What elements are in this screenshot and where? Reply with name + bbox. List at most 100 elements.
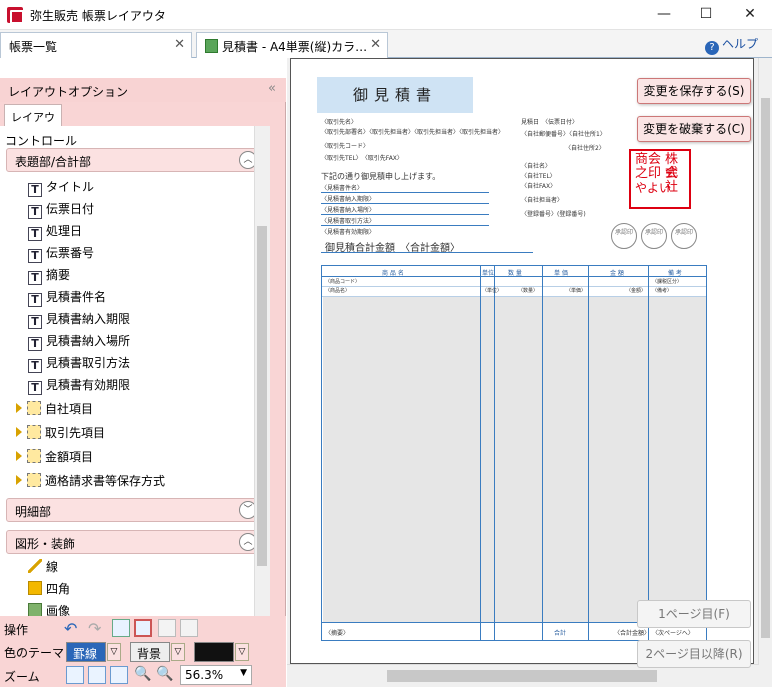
cell[interactable]: 〈摘要〉 — [325, 628, 349, 637]
tree-item-slip-number[interactable]: T 伝票番号 — [28, 244, 94, 266]
tree-scrollbar[interactable] — [254, 126, 270, 616]
tree-item-line[interactable]: 線 — [28, 558, 58, 580]
doc-field[interactable]: 〈見積書有効期限〉 — [321, 227, 375, 236]
document-preview[interactable]: 御見積書 〈取引先名〉 〈取引先部署名〉〈取引先担当者〉〈取引先担当者〉〈取引先… — [290, 58, 754, 664]
cell[interactable]: 〈合計金額〉 — [614, 628, 650, 637]
first-page-button[interactable]: 1ページ目(F) — [637, 600, 751, 628]
tree-item-process-date[interactable]: T 処理日 — [28, 222, 82, 244]
expand-arrow-icon[interactable] — [16, 451, 22, 461]
send-back-icon[interactable] — [134, 619, 152, 637]
fit-page-icon[interactable] — [66, 666, 84, 684]
approval-stamp[interactable]: 承認印 — [611, 223, 637, 249]
tree-item-delivery-place[interactable]: T 見積書納入場所 — [28, 332, 130, 354]
cell[interactable]: 〈商品名〉 — [325, 287, 350, 294]
doc-field[interactable]: 〈取引先コード〉 — [321, 141, 369, 150]
copy-icon[interactable] — [158, 619, 176, 637]
greeting-text[interactable]: 下記の通り御見積申し上げます。 — [321, 171, 440, 182]
cell[interactable]: 〈単価〉 — [566, 287, 586, 294]
redo-icon[interactable]: ↷ — [88, 619, 106, 638]
group-header-detail[interactable]: 明細部 ﹀ — [6, 498, 262, 522]
cell[interactable]: 〈商品コード〉 — [325, 278, 360, 285]
doc-field[interactable]: 〈見積書納入場所〉 — [321, 205, 375, 214]
tree-item-subject[interactable]: T 見積書件名 — [28, 288, 106, 310]
approval-stamp[interactable]: 承認印 — [671, 223, 697, 249]
doc-field[interactable]: 〈自社住所2〉 — [565, 143, 605, 152]
discard-changes-button[interactable]: 変更を破棄する(C) — [637, 116, 751, 142]
cell[interactable]: 〈備考〉 — [652, 287, 672, 294]
canvas-scrollbar[interactable] — [758, 58, 772, 664]
tree-folder-customer[interactable]: 取引先項目 — [16, 424, 105, 446]
tree-folder-invoice[interactable]: 適格請求書等保存方式 — [16, 472, 165, 494]
group-header-shapes[interactable]: 図形・装飾 ︿ — [6, 530, 262, 554]
zoom-in-icon[interactable]: 🔍 — [156, 666, 174, 684]
cell[interactable]: 〈単位〉 — [482, 287, 502, 294]
doc-field[interactable]: 〈登録番号〉(登録番号) — [521, 209, 586, 218]
border-color-button[interactable]: 罫線 — [66, 642, 106, 662]
company-seal[interactable]: 株式 会社 やよい 商会 之印 — [629, 149, 691, 209]
fit-width-icon[interactable] — [110, 666, 128, 684]
approval-stamp[interactable]: 承認印 — [641, 223, 667, 249]
close-button[interactable]: ✕ — [736, 4, 764, 24]
dropdown-arrow-icon[interactable]: ▽ — [107, 643, 121, 661]
group-header-summary[interactable]: 表題部/合計部 ︿ — [6, 148, 262, 172]
doc-field[interactable]: 〈取引先部署名〉〈取引先担当者〉〈取引先担当者〉〈取引先担当者〉 — [321, 127, 504, 136]
doc-field[interactable]: 〈自社TEL〉 — [521, 171, 556, 180]
expand-arrow-icon[interactable] — [16, 475, 22, 485]
tree-item-delivery-deadline[interactable]: T 見積書納入期限 — [28, 310, 130, 332]
help-link[interactable]: ? ヘルプ — [704, 35, 758, 55]
tab-quotation[interactable]: 見積書 - A4単票(縦)カラ… ✕ — [196, 32, 388, 58]
bring-front-icon[interactable] — [112, 619, 130, 637]
doc-field[interactable]: 〈自社担当者〉 — [521, 195, 563, 204]
tree-item-rectangle[interactable]: 四角 — [28, 580, 70, 602]
doc-field[interactable]: 〈自社名〉 — [521, 161, 551, 170]
zoom-out-icon[interactable]: 🔍 — [134, 666, 152, 684]
paste-icon[interactable] — [180, 619, 198, 637]
doc-field[interactable]: 〈見積書納入期限〉 — [321, 194, 375, 203]
tree-item-validity[interactable]: T 見積書有効期限 — [28, 376, 130, 398]
close-icon[interactable]: ✕ — [370, 37, 381, 52]
text-color-swatch[interactable] — [194, 642, 234, 662]
doc-field[interactable]: 見積日 〈伝票日付〉 — [521, 117, 578, 126]
collapse-icon[interactable]: « — [268, 81, 276, 96]
tab-layout[interactable]: レイアウト — [4, 104, 62, 140]
close-icon[interactable]: ✕ — [174, 37, 185, 52]
tree-folder-amount[interactable]: 金額項目 — [16, 448, 93, 470]
zoom-select[interactable]: 56.3% ▼ — [180, 665, 252, 685]
tree-item-transaction-method[interactable]: T 見積書取引方法 — [28, 354, 130, 376]
doc-field[interactable]: 〈自社郵便番号〉〈自社住所1〉 — [521, 129, 606, 138]
scroll-thumb[interactable] — [257, 226, 267, 566]
save-changes-button[interactable]: 変更を保存する(S) — [637, 78, 751, 104]
tree-item-memo[interactable]: T 摘要 — [28, 266, 70, 288]
background-color-button[interactable]: 背景 — [130, 642, 170, 662]
doc-field[interactable]: 〈取引先TEL〉 〈取引先FAX〉 — [321, 153, 403, 162]
expand-arrow-icon[interactable] — [16, 403, 22, 413]
undo-icon[interactable]: ↶ — [64, 619, 82, 638]
cell[interactable]: 〈次ページへ〉 — [652, 628, 694, 637]
doc-field[interactable]: 〈見積書取引方法〉 — [321, 216, 375, 225]
tree-item-image[interactable]: 画像 — [28, 602, 70, 616]
document-title[interactable]: 御見積書 — [317, 77, 473, 113]
chevron-down-icon: ▼ — [240, 668, 247, 678]
second-page-button[interactable]: 2ページ目以降(R) — [637, 640, 751, 668]
maximize-button[interactable]: ☐ — [692, 4, 720, 24]
dropdown-arrow-icon[interactable]: ▽ — [171, 643, 185, 661]
tree-folder-company[interactable]: 自社項目 — [16, 400, 93, 422]
dropdown-arrow-icon[interactable]: ▽ — [235, 643, 249, 661]
seal-text: 商会 — [635, 152, 662, 167]
cell[interactable]: 〈金額〉 — [626, 287, 646, 294]
cell[interactable]: 〈課税区分〉 — [652, 278, 682, 285]
detail-table[interactable]: 商 品 名 単位 数 量 単 価 金 額 備 考 〈商品コード〉 〈課税区分〉 … — [321, 265, 707, 641]
doc-field[interactable]: 〈取引先名〉 — [321, 117, 357, 126]
scroll-thumb[interactable] — [761, 98, 770, 638]
doc-field[interactable]: 〈見積書件名〉 — [321, 183, 363, 192]
cell[interactable]: 合計 — [554, 628, 566, 637]
scroll-thumb[interactable] — [387, 670, 657, 682]
minimize-button[interactable]: — — [650, 4, 678, 24]
tab-report-list[interactable]: 帳票一覧 ✕ — [0, 32, 192, 58]
doc-field[interactable]: 〈自社FAX〉 — [521, 181, 556, 190]
cell[interactable]: 〈数量〉 — [518, 287, 538, 294]
expand-arrow-icon[interactable] — [16, 427, 22, 437]
tree-item-slip-date[interactable]: T 伝票日付 — [28, 200, 94, 222]
fit-height-icon[interactable] — [88, 666, 106, 684]
tree-item-title[interactable]: T タイトル — [28, 178, 94, 200]
